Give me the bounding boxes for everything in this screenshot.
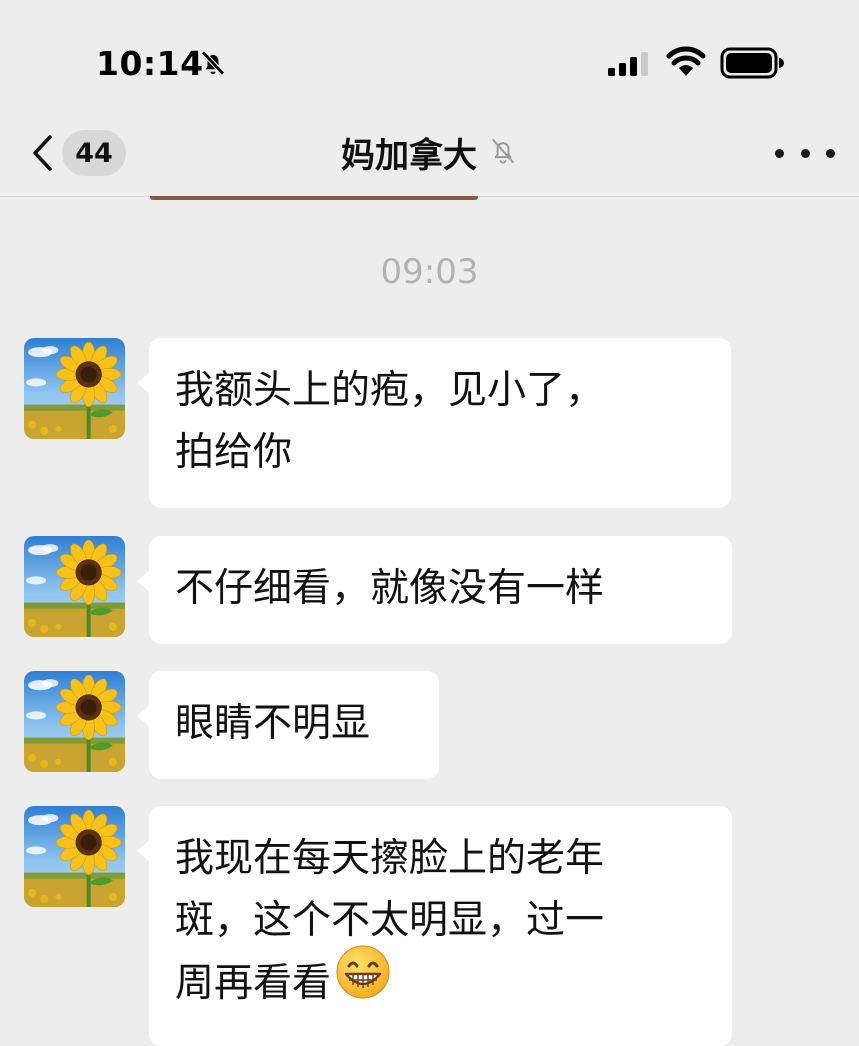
message-bubble[interactable]: 不仔细看，就像没有一样: [137, 536, 732, 644]
message-line: 我现在每天擦脸上的老年: [175, 836, 605, 881]
bell-off-icon: [488, 135, 518, 171]
message-line: 拍给你: [175, 430, 293, 475]
wifi-icon: [666, 46, 706, 82]
message-line: 不仔细看，就像没有一样: [175, 566, 605, 611]
status-bar: 10:14: [0, 0, 859, 110]
message-line-with-emoji: 周再看看: [175, 945, 706, 1019]
message-line: 周再看看: [175, 961, 332, 1006]
more-dot: [800, 148, 810, 158]
message-line: 斑，这个不太明显，过一: [175, 898, 605, 943]
chat-title-container: 妈加拿大: [0, 128, 859, 177]
bell-off-icon: [198, 48, 228, 82]
contact-avatar[interactable]: [24, 536, 125, 637]
contact-avatar[interactable]: [24, 671, 125, 772]
status-time: 10:14: [96, 44, 204, 83]
message-timestamp: 09:03: [380, 252, 479, 292]
contact-avatar[interactable]: [24, 338, 125, 439]
cellular-signal-icon: [608, 52, 650, 80]
chat-title[interactable]: 妈加拿大: [341, 136, 477, 176]
message-bubble[interactable]: 我现在每天擦脸上的老年 斑，这个不太明显，过一 周再看看: [137, 806, 732, 1046]
battery-icon: [720, 47, 784, 83]
message-line: 眼睛不明显: [175, 701, 371, 746]
previous-image-message[interactable]: [150, 196, 478, 200]
message-bubble[interactable]: 我额头上的疱，见小了， 拍给你: [137, 338, 731, 508]
chat-header: 44 妈加拿大: [0, 110, 859, 197]
more-dot: [826, 148, 835, 158]
contact-avatar[interactable]: [24, 806, 125, 907]
message-line: 我额头上的疱，见小了，: [175, 368, 605, 413]
message-bubble[interactable]: 眼睛不明显: [137, 671, 439, 779]
grinning-face-emoji: [335, 944, 391, 1019]
more-options-button[interactable]: [775, 138, 835, 168]
more-horizontal-icon: [775, 148, 784, 158]
